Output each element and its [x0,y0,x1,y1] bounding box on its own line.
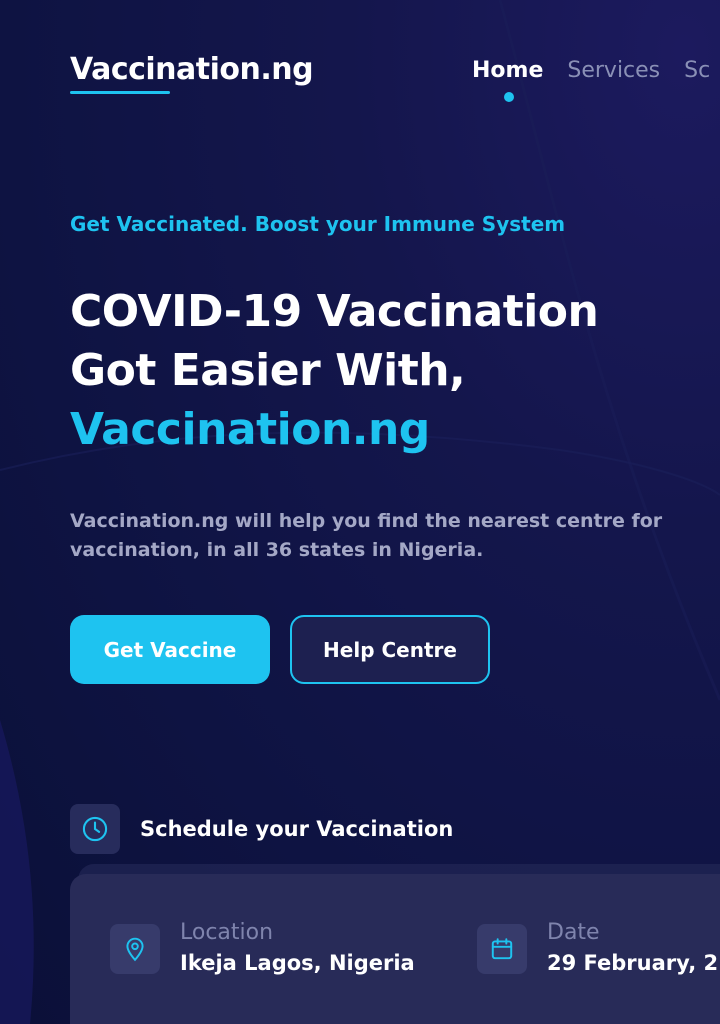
hero-title-line1: COVID-19 Vaccination [70,286,599,337]
hero-title-accent: Vaccination.ng [70,404,430,455]
date-value[interactable]: 29 February, 2 [547,951,718,975]
hero-tagline: Get Vaccinated. Boost your Immune System [70,212,566,236]
location-label: Location [180,920,274,945]
hero-description: Vaccination.ng will help you find the ne… [70,510,663,561]
logo-underline [70,91,170,94]
nav-services[interactable]: Services [567,58,660,83]
schedule-icon-box [70,804,120,854]
date-icon-box [477,924,527,974]
schedule-title: Schedule your Vaccination [140,817,454,841]
nav-sc[interactable]: Sc [684,58,710,83]
help-centre-button[interactable]: Help Centre [290,615,490,684]
main-nav: Home Services Sc [472,58,720,83]
site-logo[interactable]: Vaccination.ng [70,52,314,87]
nav-active-indicator [504,92,514,102]
hero-title-line2: Got Easier With, [70,345,466,396]
nav-home[interactable]: Home [472,58,543,83]
hero-title: COVID-19 Vaccination Got Easier With, Va… [70,282,599,459]
clock-icon [82,816,108,842]
date-label: Date [547,920,600,945]
location-pin-icon [126,937,144,962]
location-icon-box [110,924,160,974]
calendar-icon [491,938,513,960]
get-vaccine-button[interactable]: Get Vaccine [70,615,270,684]
schedule-card: Location Ikeja Lagos, Nigeria Date 29 Fe… [70,874,720,1024]
location-value[interactable]: Ikeja Lagos, Nigeria [180,951,415,975]
